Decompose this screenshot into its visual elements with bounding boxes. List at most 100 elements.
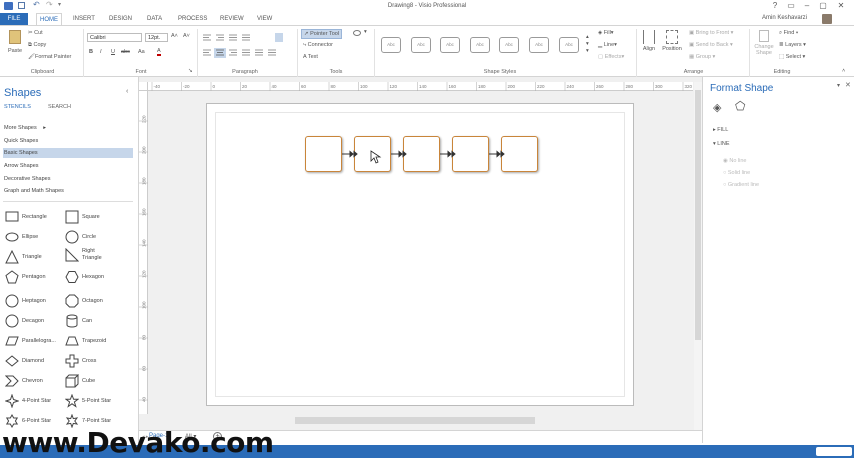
ellipse-tool-icon[interactable] xyxy=(353,30,361,36)
tab-view[interactable]: VIEW xyxy=(254,13,275,25)
tool-dropdown-icon[interactable]: ▾ xyxy=(364,29,367,35)
align-button[interactable]: Align xyxy=(641,30,657,52)
no-line-radio[interactable]: ◉ No line xyxy=(723,158,746,164)
stencil-pentagon[interactable]: Pentagon xyxy=(5,268,63,288)
tab-data[interactable]: DATA xyxy=(144,13,165,25)
user-name[interactable]: Amin Keshavarzi xyxy=(762,15,807,21)
stencil-square[interactable]: Square xyxy=(65,208,123,228)
stencil-can[interactable]: Can xyxy=(65,312,123,332)
pentagon-effects-icon[interactable]: ⬠ xyxy=(735,99,745,113)
line-section-header[interactable]: ▾ LINE xyxy=(713,141,730,147)
layers-button[interactable]: ≣ Layers ▾ xyxy=(779,42,806,48)
fill-section-header[interactable]: ▸ FILL xyxy=(713,127,728,133)
fill-line-icon[interactable]: ◈ xyxy=(713,101,721,114)
stencil-5-point-star[interactable]: 5-Point Star xyxy=(65,392,123,412)
style-swatch[interactable]: Abc xyxy=(440,37,460,53)
stencil-chevron[interactable]: Chevron xyxy=(5,372,63,392)
help-icon[interactable]: ? xyxy=(768,1,782,11)
bring-to-front-button[interactable]: ▣ Bring to Front ▾ xyxy=(689,30,733,36)
category-quick-shapes[interactable]: Quick Shapes xyxy=(3,136,133,146)
select-button[interactable]: ⬚ Select ▾ xyxy=(779,54,805,60)
stencil-right-triangle[interactable]: Right Triangle xyxy=(65,246,123,268)
gradient-line-radio[interactable]: ○ Gradient line xyxy=(723,182,759,188)
send-to-back-button[interactable]: ▣ Send to Back ▾ xyxy=(689,42,733,48)
grow-font-icon[interactable]: A˄ xyxy=(171,33,178,39)
paragraph-icons[interactable] xyxy=(201,33,293,63)
tab-process[interactable]: PROCESS xyxy=(175,13,210,25)
style-swatch[interactable]: Abc xyxy=(499,37,519,53)
tab-file[interactable]: FILE xyxy=(0,13,28,25)
text-tool-button[interactable]: A Text xyxy=(303,54,318,60)
scroll-thumb[interactable] xyxy=(695,90,701,340)
close-button[interactable]: ✕ xyxy=(834,1,848,11)
category-basic-shapes[interactable]: Basic Shapes xyxy=(3,148,133,158)
find-button[interactable]: ⌕ Find ▾ xyxy=(779,30,798,37)
style-swatch[interactable]: Abc xyxy=(381,37,401,53)
tab-insert[interactable]: INSERT xyxy=(70,13,98,25)
line-button[interactable]: ▁ Line▾ xyxy=(598,42,617,48)
copy-button[interactable]: ⧉ Copy xyxy=(28,42,46,49)
font-family-select[interactable]: Calibri xyxy=(87,33,142,42)
stencil-ellipse[interactable]: Ellipse xyxy=(5,228,63,248)
connectors[interactable] xyxy=(340,148,510,160)
stencil-parallelogram[interactable]: Parallelogra... xyxy=(5,332,63,352)
italic-button[interactable]: I xyxy=(100,49,102,55)
connector-tool-button[interactable]: ⤷ Connector xyxy=(303,42,333,49)
tab-home[interactable]: HOME xyxy=(36,13,62,25)
vertical-scrollbar[interactable] xyxy=(694,82,702,430)
effects-button[interactable]: ▢ Effects▾ xyxy=(598,54,624,60)
tab-search[interactable]: SEARCH xyxy=(48,104,71,110)
category-arrow-shapes[interactable]: Arrow Shapes xyxy=(3,161,133,171)
cut-button[interactable]: ✂ Cut xyxy=(28,30,43,36)
restore-button[interactable]: ▢ xyxy=(816,1,830,11)
process-shape[interactable] xyxy=(305,136,342,172)
stencil-decagon[interactable]: Decagon xyxy=(5,312,63,332)
solid-line-radio[interactable]: ○ Solid line xyxy=(723,170,750,176)
position-button[interactable]: Position xyxy=(660,30,684,52)
stencil-hexagon[interactable]: Hexagon xyxy=(65,268,123,288)
tab-design[interactable]: DESIGN xyxy=(106,13,135,25)
category-more-shapes[interactable]: More Shapes ▸ xyxy=(3,123,133,133)
font-color-button[interactable]: A xyxy=(157,48,161,56)
style-swatch[interactable]: Abc xyxy=(411,37,431,53)
horizontal-scrollbar[interactable] xyxy=(295,417,535,424)
panel-menu-icon[interactable]: ▾ xyxy=(837,82,840,89)
style-swatch[interactable]: Abc xyxy=(470,37,490,53)
stencil-rectangle[interactable]: Rectangle xyxy=(5,208,63,228)
strikethrough-button[interactable]: abc xyxy=(121,49,130,55)
format-painter-button[interactable]: 🖌Format Painter xyxy=(28,54,71,60)
stencil-trapezoid[interactable]: Trapezoid xyxy=(65,332,123,352)
pointer-tool-button[interactable]: ➚ Pointer Tool xyxy=(301,29,343,39)
gallery-scroll-icon[interactable]: ▴ ▾ ▾ xyxy=(586,34,589,55)
stencil-triangle[interactable]: Triangle xyxy=(5,248,63,268)
shrink-font-icon[interactable]: A˅ xyxy=(183,33,190,39)
change-shape-button[interactable]: Change Shape xyxy=(752,30,776,56)
stencil-heptagon[interactable]: Heptagon xyxy=(5,292,63,312)
paste-button[interactable]: Paste xyxy=(5,30,25,60)
close-panel-icon[interactable]: ✕ xyxy=(845,81,851,89)
change-case-button[interactable]: Aa xyxy=(138,49,145,55)
style-swatch[interactable]: Abc xyxy=(529,37,549,53)
style-swatch[interactable]: Abc xyxy=(559,37,579,53)
stencil-octagon[interactable]: Octagon xyxy=(65,292,123,312)
category-decorative-shapes[interactable]: Decorative Shapes xyxy=(3,174,133,184)
tab-review[interactable]: REVIEW xyxy=(217,13,247,25)
stencil-cube[interactable]: Cube xyxy=(65,372,123,392)
stencil-circle[interactable]: Circle xyxy=(65,228,123,248)
stencil-4-point-star[interactable]: 4-Point Star xyxy=(5,392,63,412)
collapse-ribbon-icon[interactable]: ˄ xyxy=(842,68,845,74)
bold-button[interactable]: B xyxy=(89,49,93,55)
dialog-launcher-icon[interactable]: ↘ xyxy=(188,68,193,74)
fill-button[interactable]: ◈ Fill▾ xyxy=(598,30,614,36)
avatar[interactable] xyxy=(822,14,832,24)
minimize-button[interactable]: – xyxy=(800,1,814,11)
tab-stencils[interactable]: STENCILS xyxy=(4,104,31,110)
collapse-panel-icon[interactable]: ‹ xyxy=(126,88,128,95)
group-button[interactable]: ▦ Group ▾ xyxy=(689,54,715,60)
stencil-diamond[interactable]: Diamond xyxy=(5,352,63,372)
underline-button[interactable]: U xyxy=(111,49,115,55)
stencil-cross[interactable]: Cross xyxy=(65,352,123,372)
ribbon-display-icon[interactable]: ▭ xyxy=(784,1,798,11)
category-graph-math-shapes[interactable]: Graph and Math Shapes xyxy=(3,186,133,196)
font-size-select[interactable]: 12pt. xyxy=(145,33,168,42)
